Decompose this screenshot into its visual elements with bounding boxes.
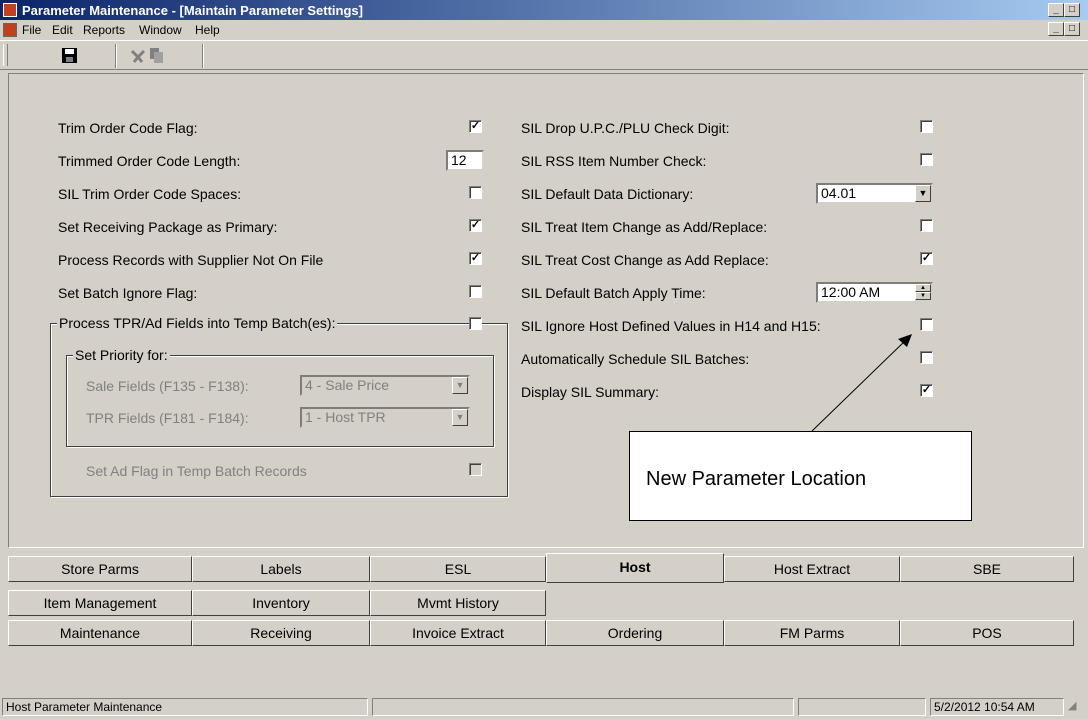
- trimmed-order-code-length-label: Trimmed Order Code Length:: [58, 153, 241, 169]
- cost-change-checkbox[interactable]: ✓: [920, 252, 933, 265]
- save-icon[interactable]: [62, 48, 77, 63]
- ignore-host-label: SIL Ignore Host Defined Values in H14 an…: [521, 318, 821, 334]
- tpr-fields-select[interactable]: 1 - Host TPR ▼: [300, 407, 470, 428]
- menu-help[interactable]: Help: [195, 23, 220, 37]
- item-change-checkbox[interactable]: [920, 219, 933, 232]
- auto-schedule-label: Automatically Schedule SIL Batches:: [521, 351, 750, 367]
- tab-host[interactable]: Host: [546, 553, 724, 583]
- tab-mvmt-history[interactable]: Mvmt History: [370, 590, 546, 616]
- menu-bar: File Edit Reports Window Help _ □: [0, 20, 1088, 40]
- spin-down-icon[interactable]: ▼: [915, 292, 931, 300]
- tab-ordering[interactable]: Ordering: [546, 620, 724, 646]
- document-icon[interactable]: [3, 23, 17, 37]
- trim-order-code-flag-label: Trim Order Code Flag:: [58, 120, 198, 136]
- minimize-button[interactable]: _: [1048, 3, 1064, 17]
- menu-file[interactable]: File: [22, 23, 41, 37]
- set-batch-ignore-label: Set Batch Ignore Flag:: [58, 285, 198, 301]
- apply-time-spinner[interactable]: ▲ ▼: [915, 284, 931, 301]
- status-text: Host Parameter Maintenance: [2, 698, 368, 716]
- copy-icon[interactable]: [150, 48, 164, 63]
- tpr-group-caption: Process TPR/Ad Fields into Temp Batch(es…: [57, 315, 338, 331]
- tab-item-management[interactable]: Item Management: [8, 590, 192, 616]
- cut-icon[interactable]: [130, 49, 146, 63]
- menu-edit[interactable]: Edit: [52, 23, 73, 37]
- tab-sbe[interactable]: SBE: [900, 556, 1074, 582]
- sil-trim-spaces-label: SIL Trim Order Code Spaces:: [58, 186, 242, 202]
- apply-time-input[interactable]: 12:00 AM ▲ ▼: [816, 282, 933, 303]
- callout-box: New Parameter Location: [629, 431, 972, 521]
- set-ad-flag-checkbox[interactable]: [469, 463, 482, 476]
- tab-inventory[interactable]: Inventory: [192, 590, 370, 616]
- toolbar-separator-2: [202, 44, 204, 68]
- apply-time-label: SIL Default Batch Apply Time:: [521, 285, 706, 301]
- tab-store-parms[interactable]: Store Parms: [8, 556, 192, 582]
- tab-receiving[interactable]: Receiving: [192, 620, 370, 646]
- apply-time-value: 12:00 AM: [821, 284, 881, 300]
- status-bar: Host Parameter Maintenance 5/2/2012 10:5…: [0, 695, 1088, 719]
- set-batch-ignore-checkbox[interactable]: [469, 285, 482, 298]
- sale-fields-label: Sale Fields (F135 - F138):: [86, 378, 249, 394]
- set-receiving-primary-label: Set Receiving Package as Primary:: [58, 219, 278, 235]
- window-title: Parameter Maintenance - [Maintain Parame…: [22, 3, 363, 18]
- sale-fields-select[interactable]: 4 - Sale Price ▼: [300, 375, 470, 396]
- toolbar-grip[interactable]: [3, 44, 8, 66]
- tab-labels[interactable]: Labels: [192, 556, 370, 582]
- chevron-down-icon[interactable]: ▼: [452, 409, 468, 426]
- app-icon: [3, 3, 17, 17]
- status-panel-3: [798, 698, 926, 716]
- trimmed-order-code-length-input[interactable]: 12: [446, 150, 484, 171]
- tab-invoice-extract[interactable]: Invoice Extract: [370, 620, 546, 646]
- toolbar-separator: [115, 44, 117, 68]
- process-supplier-label: Process Records with Supplier Not On Fil…: [58, 252, 324, 268]
- callout-text: New Parameter Location: [646, 468, 867, 490]
- tab-fm-parms[interactable]: FM Parms: [724, 620, 900, 646]
- chevron-down-icon[interactable]: ▼: [915, 185, 931, 202]
- resize-grip-icon[interactable]: ◢: [1068, 699, 1076, 712]
- data-dictionary-label: SIL Default Data Dictionary:: [521, 186, 694, 202]
- tab-esl[interactable]: ESL: [370, 556, 546, 582]
- menu-reports[interactable]: Reports: [83, 23, 125, 37]
- tpr-fields-label: TPR Fields (F181 - F184):: [86, 410, 249, 426]
- data-dictionary-select[interactable]: 04.01 ▼: [816, 183, 933, 204]
- process-tpr-checkbox[interactable]: [469, 317, 482, 330]
- sale-fields-value: 4 - Sale Price: [305, 377, 390, 393]
- data-dictionary-value: 04.01: [821, 185, 857, 201]
- rss-check-checkbox[interactable]: [920, 153, 933, 166]
- item-change-label: SIL Treat Item Change as Add/Replace:: [521, 219, 768, 235]
- tab-pos[interactable]: POS: [900, 620, 1074, 646]
- child-minimize-button[interactable]: _: [1048, 22, 1064, 36]
- cost-change-label: SIL Treat Cost Change as Add Replace:: [521, 252, 769, 268]
- drop-upc-checkbox[interactable]: [920, 120, 933, 133]
- child-restore-button[interactable]: □: [1064, 22, 1080, 36]
- tab-maintenance[interactable]: Maintenance: [8, 620, 192, 646]
- auto-schedule-checkbox[interactable]: [920, 351, 933, 364]
- tab-host-extract[interactable]: Host Extract: [724, 556, 900, 582]
- set-priority-caption: Set Priority for:: [73, 347, 170, 363]
- tpr-fields-value: 1 - Host TPR: [305, 409, 386, 425]
- menu-window[interactable]: Window: [139, 23, 182, 37]
- trim-order-code-flag-checkbox[interactable]: ✓: [469, 120, 482, 133]
- set-priority-group: Set Priority for:: [66, 347, 494, 447]
- title-bar: Parameter Maintenance - [Maintain Parame…: [0, 0, 1088, 20]
- status-panel-2: [372, 698, 794, 716]
- rss-check-label: SIL RSS Item Number Check:: [521, 153, 707, 169]
- display-summary-checkbox[interactable]: ✓: [920, 384, 933, 397]
- process-supplier-checkbox[interactable]: ✓: [469, 252, 482, 265]
- display-summary-label: Display SIL Summary:: [521, 384, 659, 400]
- drop-upc-label: SIL Drop U.P.C./PLU Check Digit:: [521, 120, 730, 136]
- spin-up-icon[interactable]: ▲: [915, 284, 931, 292]
- ignore-host-checkbox[interactable]: [920, 318, 933, 331]
- chevron-down-icon[interactable]: ▼: [452, 377, 468, 394]
- status-datetime: 5/2/2012 10:54 AM: [930, 698, 1064, 716]
- toolbar: [0, 40, 1088, 70]
- set-receiving-primary-checkbox[interactable]: ✓: [469, 219, 482, 232]
- maximize-button[interactable]: □: [1064, 3, 1080, 17]
- sil-trim-spaces-checkbox[interactable]: [469, 186, 482, 199]
- set-ad-flag-label: Set Ad Flag in Temp Batch Records: [86, 463, 307, 479]
